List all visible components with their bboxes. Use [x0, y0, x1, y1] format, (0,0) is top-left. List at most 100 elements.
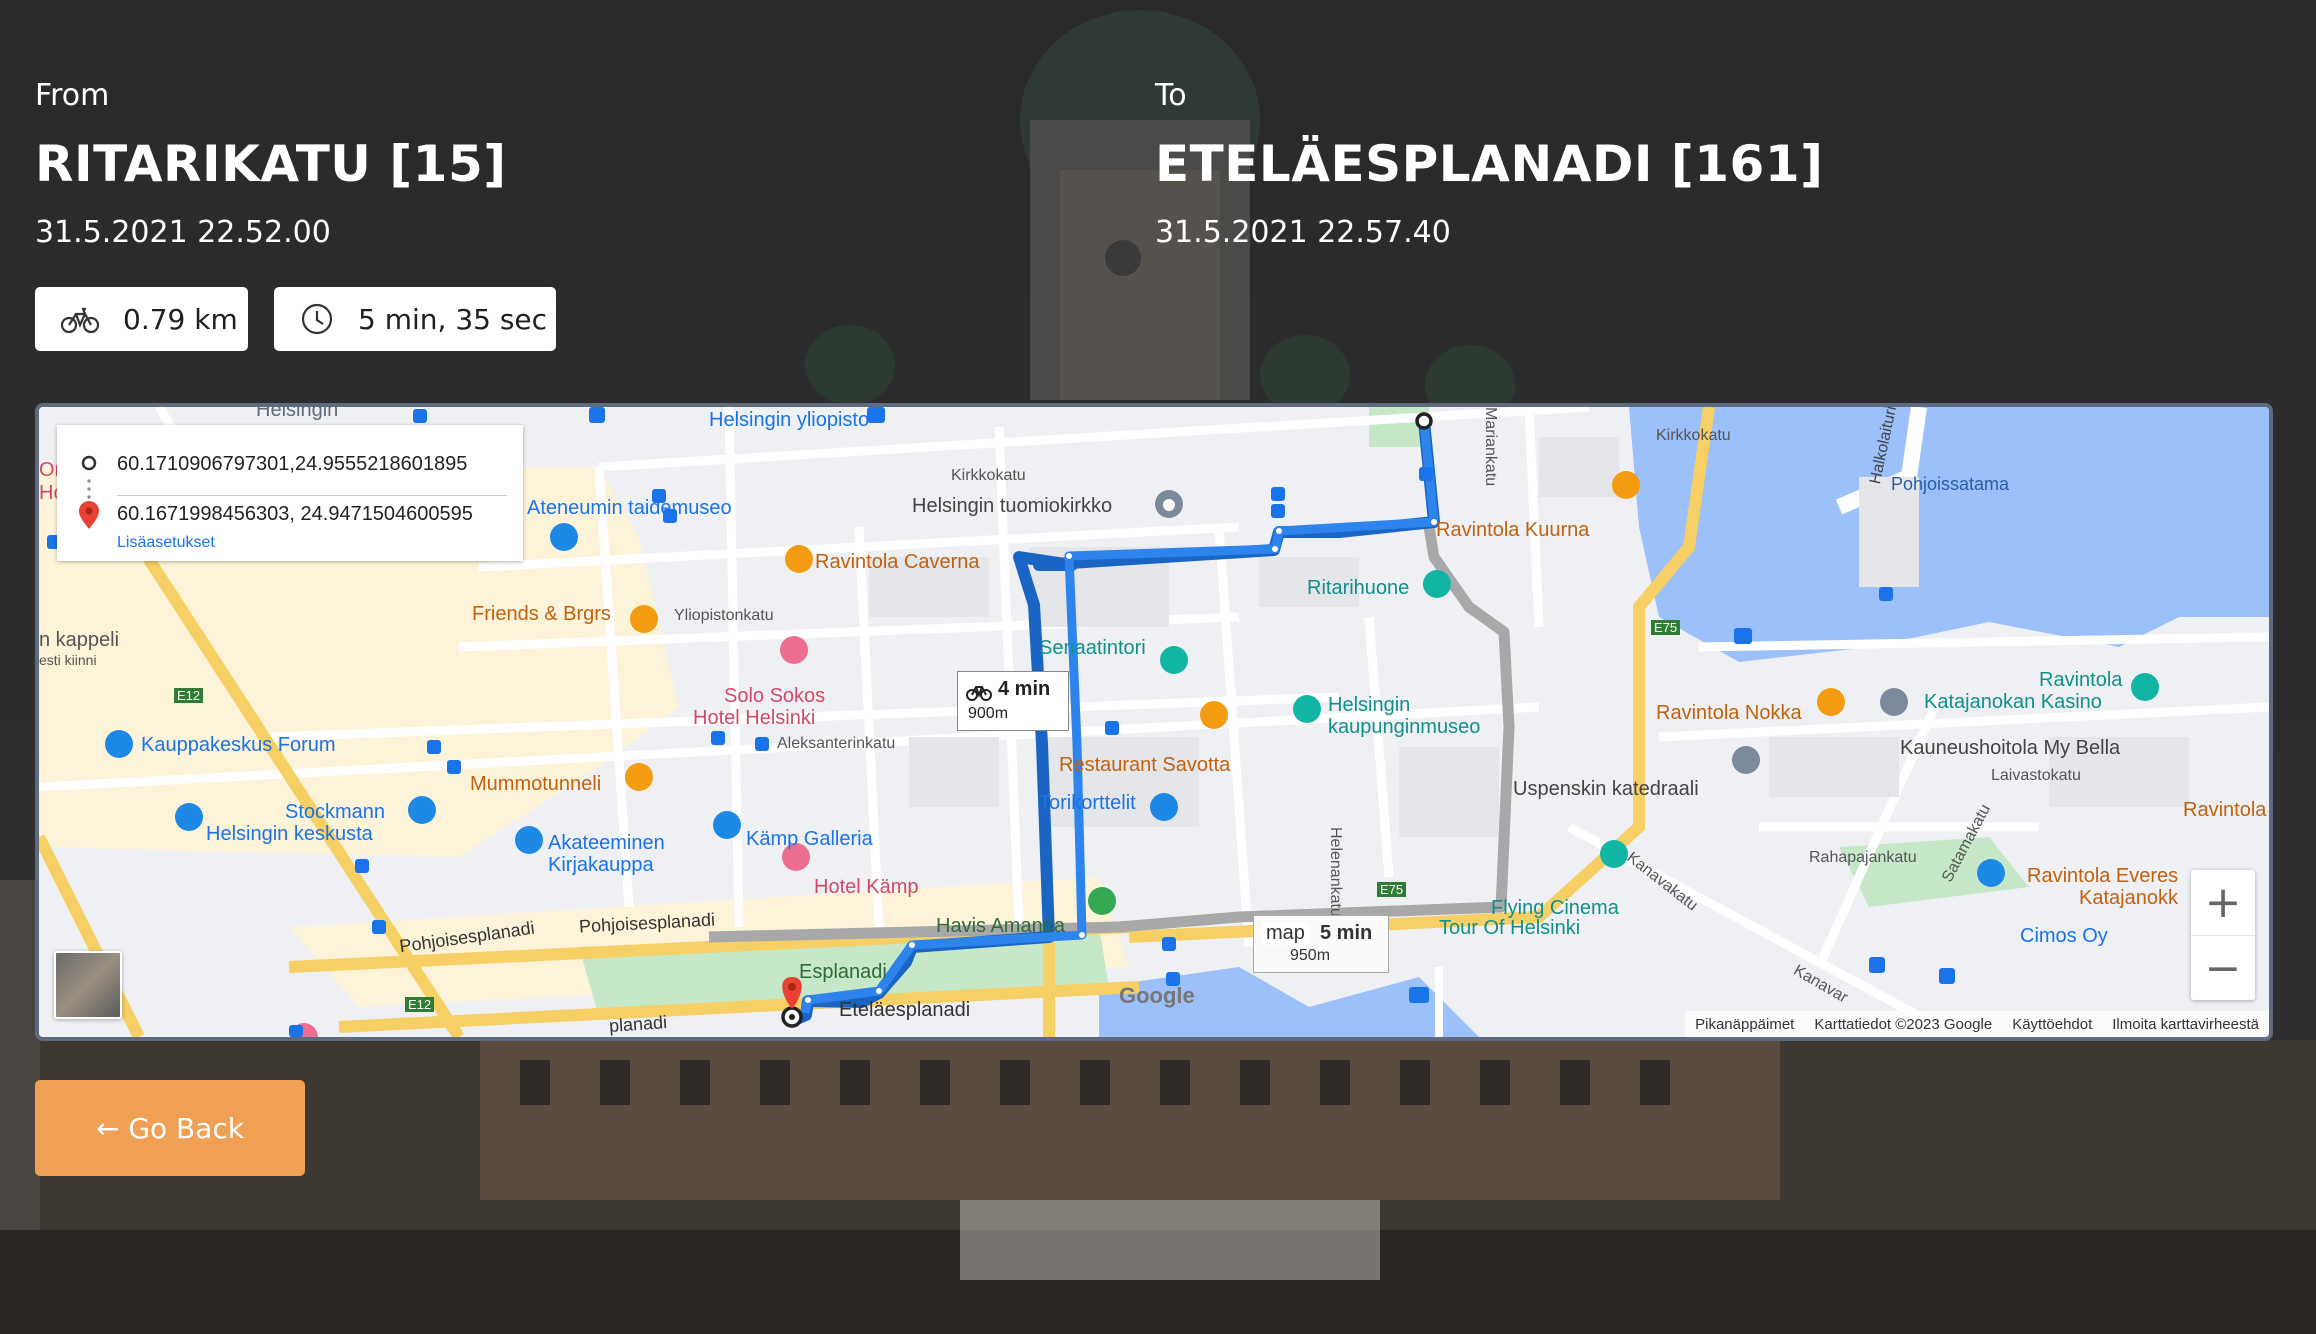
map-label-uspenski: Uspenskin katedraali	[1513, 778, 1699, 800]
map-label-e12-2: E12	[405, 997, 435, 1012]
place-icon	[1880, 688, 1908, 716]
zoom-out-button[interactable]: −	[2191, 936, 2255, 1001]
map-label-e12: E12	[174, 688, 204, 703]
route-alt-bubble[interactable]: 5 min 950m map	[1253, 915, 1389, 973]
from-label: From	[35, 78, 110, 113]
bookstore-icon	[515, 826, 543, 854]
bar-icon	[625, 763, 653, 791]
map-label-kirkkokatu-2: Kirkkokatu	[1656, 427, 1731, 444]
from-station-name: RITARIKATU [15]	[35, 135, 507, 193]
restaurant-icon-5	[1817, 688, 1845, 716]
map-label-ateneum: Ateneumin taidemuseo	[527, 497, 732, 519]
map-label-e75: E75	[1651, 620, 1681, 635]
shopping-icon-2	[408, 796, 436, 824]
map-label-kappeli-2: esti kiinni	[39, 652, 97, 668]
to-station-name: ETELÄESPLANADI [161]	[1155, 135, 1824, 193]
distance-badge: 0.79 km	[35, 287, 248, 351]
map-label-etelaesplanadi-2: planadi	[608, 1012, 668, 1037]
distance-value: 0.79 km	[123, 302, 238, 336]
clock-icon	[301, 303, 333, 335]
map-label-cimos: Cimos Oy	[2020, 925, 2108, 947]
restaurant-icon-2	[630, 605, 658, 633]
map-label-friends: Friends & Brgrs	[472, 603, 611, 625]
map-label-stockmann-2: Helsingin keskusta	[206, 823, 373, 845]
google-logo: Google	[1119, 983, 1195, 1008]
map-label-pohjoissatama: Pohjoissatama	[1891, 474, 2010, 494]
map-label-katajanokan-2: Katajanokan Kasino	[1924, 691, 2102, 713]
shopping-icon	[105, 730, 133, 758]
map-attribution: Pikanäppäimet Karttatiedot ©2023 Google …	[1685, 1011, 2269, 1037]
duration-value: 5 min, 35 sec	[358, 302, 548, 336]
map-label-tuomiokirkko: Helsingin tuomiokirkko	[912, 495, 1113, 517]
from-time: 31.5.2021 22.52.00	[35, 215, 331, 250]
map-label-katajanokan: Ravintola	[2039, 669, 2123, 691]
map-label-caverna: Ravintola Caverna	[815, 551, 980, 573]
divider	[117, 495, 507, 496]
attraction-icon	[1160, 646, 1188, 674]
directions-panel: 60.1710906797301,24.9555218601895 60.167…	[57, 425, 523, 561]
map-label-aleksanterinkatu: Aleksanterinkatu	[777, 735, 896, 752]
terms-link[interactable]: Käyttöehdot	[2012, 1016, 2092, 1033]
zoom-control: + −	[2191, 870, 2255, 1000]
go-back-button[interactable]: ← Go Back	[35, 1080, 305, 1176]
map-label-kuurna: Ravintola Kuurna	[1436, 519, 1590, 541]
destination-coords-field[interactable]: 60.1671998456303, 24.9471504600595	[117, 503, 473, 526]
monument-icon	[1088, 887, 1116, 915]
from-section: From RITARIKATU [15] 31.5.2021 22.52.00	[35, 78, 507, 250]
more-options-link[interactable]: Lisäasetukset	[117, 534, 215, 552]
route-primary-time: 4 min	[998, 678, 1051, 700]
duration-badge: 5 min, 35 sec	[274, 287, 556, 351]
map-tooltip: map	[1262, 922, 1309, 945]
map-label-helenankatu: Helenankatu	[1327, 827, 1344, 917]
route-alt-time: 5 min	[1320, 922, 1373, 944]
bicycle-icon	[966, 686, 992, 701]
route-map[interactable]: Helsingin Helsingin yliopisto Kirkkokatu…	[35, 403, 2273, 1041]
map-label-mummotunneli: Mummotunneli	[470, 773, 602, 795]
route-primary-bubble[interactable]: 4 min 900m	[957, 671, 1069, 731]
restaurant-icon	[785, 545, 813, 573]
map-label-helsingin-top: Helsingin	[256, 403, 339, 421]
shopping-icon-6	[175, 803, 203, 831]
map-label-forum: Kauppakeskus Forum	[141, 734, 336, 756]
map-label-ritarihuone: Ritarihuone	[1307, 577, 1410, 599]
map-label-kaupunginmuseo: Helsingin	[1328, 694, 1411, 716]
map-label-senaatintori: Senaatintori	[1039, 637, 1146, 659]
attraction-icon-2	[1423, 570, 1451, 598]
museum-icon-2	[1293, 695, 1321, 723]
map-label-esplanadi: Esplanadi	[799, 961, 887, 983]
report-error-link[interactable]: Ilmoita karttavirheestä	[2112, 1016, 2259, 1033]
to-section: To ETELÄESPLANADI [161] 31.5.2021 22.57.…	[1155, 78, 1823, 250]
to-time: 31.5.2021 22.57.40	[1155, 215, 1451, 250]
map-label-mariankatu: Mariankatu	[1482, 407, 1499, 487]
hotel-icon	[780, 636, 808, 664]
museum-icon	[550, 523, 578, 551]
destination-pin-icon	[79, 501, 99, 529]
map-label-savotta: Restaurant Savotta	[1059, 754, 1231, 776]
origin-coords-field[interactable]: 60.1710906797301,24.9555218601895	[117, 453, 467, 476]
map-label-stockmann: Stockmann	[285, 801, 386, 823]
route-alt-distance: 950m	[1290, 947, 1331, 964]
map-label-hotel-kamp: Hotel Kämp	[814, 876, 919, 898]
map-label-flying-2: Tour Of Helsinki	[1439, 917, 1581, 939]
shopping-icon-4	[1150, 793, 1178, 821]
layer-toggle-button[interactable]	[54, 951, 122, 1019]
map-label-solo-2: Hotel Helsinki	[693, 707, 816, 729]
shopping-icon-3	[713, 811, 741, 839]
restaurant-icon-4	[1612, 471, 1640, 499]
map-label-laivastokatu: Laivastokatu	[1991, 767, 2081, 784]
map-label-kamp-galleria: Kämp Galleria	[746, 828, 873, 850]
church-icon-2	[1732, 746, 1760, 774]
map-label-akateeminen: Akateeminen	[548, 832, 665, 854]
map-label-everest-2: Katajanokk	[2079, 887, 2178, 909]
map-label-bella: Kauneushoitola My Bella	[1900, 737, 2121, 759]
map-label-kirkkokatu: Kirkkokatu	[951, 467, 1026, 484]
map-label-rahapajankatu: Rahapajankatu	[1809, 849, 1917, 866]
map-label-torikorttelit: Torikorttelit	[1039, 792, 1136, 814]
zoom-in-button[interactable]: +	[2191, 870, 2255, 936]
map-label-kaupunginmuseo-2: kaupunginmuseo	[1328, 716, 1481, 738]
map-label-everest: Ravintola Everes	[2027, 865, 2179, 887]
keyboard-shortcuts-link[interactable]: Pikanäppäimet	[1695, 1016, 1794, 1033]
map-label-yliopistonkatu: Yliopistonkatu	[674, 607, 774, 624]
map-label-nokka: Ravintola Nokka	[1656, 702, 1802, 724]
map-label-etelaesplanadi: Eteläesplanadi	[839, 999, 971, 1021]
